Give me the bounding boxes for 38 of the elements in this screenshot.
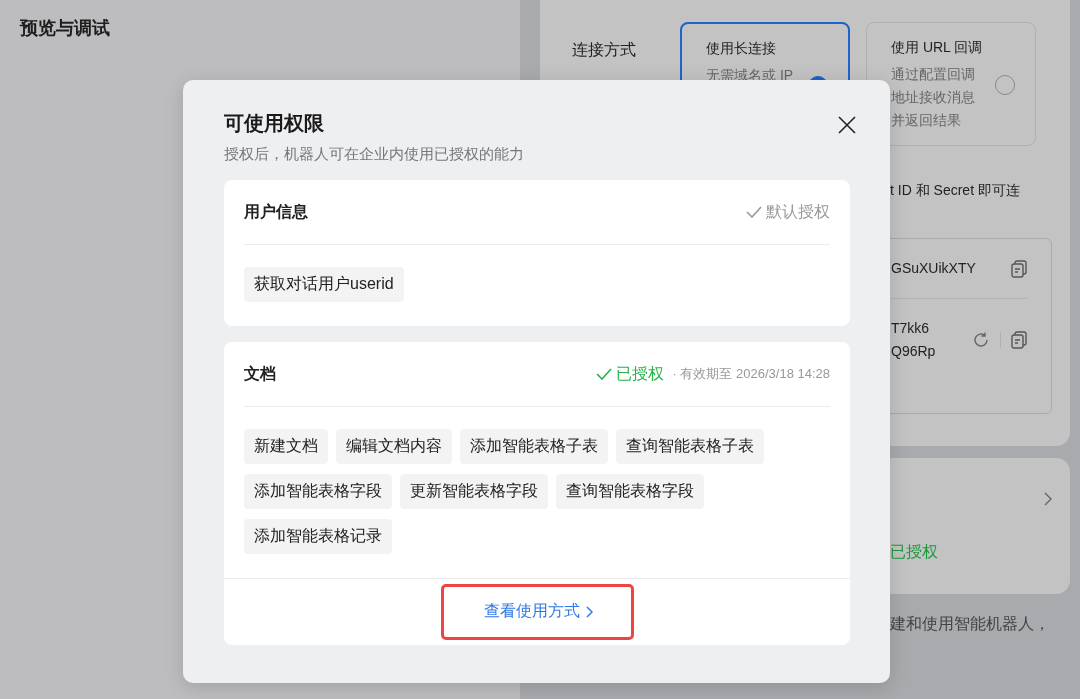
dialog-subtitle: 授权后，机器人可在企业内使用已授权的能力: [224, 145, 524, 164]
hint-text: t ID 和 Secret 即可连: [890, 182, 1021, 200]
status-text: 已授权: [890, 542, 939, 562]
status-label: 已授权: [616, 363, 665, 384]
section-title: 用户信息: [244, 201, 308, 222]
check-icon: [746, 206, 762, 218]
permission-tag: 新建文档: [244, 429, 328, 464]
option-title: 使用 URL 回调: [891, 39, 983, 57]
refresh-icon[interactable]: [972, 331, 990, 349]
copy-icon[interactable]: [1011, 331, 1027, 349]
usage-link[interactable]: 查看使用方式: [483, 601, 593, 622]
permission-tag: 查询智能表格子表: [616, 429, 764, 464]
credential-value: GSuXUikXTY: [891, 259, 976, 278]
close-icon[interactable]: [838, 116, 856, 134]
option-description: 地址接收消息: [891, 88, 975, 107]
permission-tag: 添加智能表格子表: [460, 429, 608, 464]
dialog-title: 可使用权限: [224, 111, 324, 136]
option-description: 并返回结果: [891, 111, 961, 130]
copy-icon[interactable]: [1011, 259, 1027, 278]
credential-value: T7kk6: [891, 319, 931, 338]
permission-tag: 添加智能表格字段: [244, 474, 392, 509]
status-label: 默认授权: [766, 201, 830, 222]
permission-tag: 获取对话用户userid: [244, 267, 404, 302]
permission-tag: 查询智能表格字段: [556, 474, 704, 509]
chevron-right-icon: [585, 605, 593, 618]
check-icon: [596, 368, 613, 380]
option-description: 通过配置回调: [891, 65, 975, 84]
permission-tag: 添加智能表格记录: [244, 519, 392, 554]
description-text: 建和使用智能机器人，: [890, 614, 1051, 634]
option-title: 使用长连接: [706, 40, 776, 58]
field-label: 连接方式: [572, 40, 637, 60]
permission-tag: 编辑文档内容: [336, 429, 452, 464]
expiry-text: · 有效期至 2026/3/18 14:28: [672, 365, 830, 383]
chevron-right-icon[interactable]: [1044, 492, 1052, 506]
section-title: 文档: [244, 363, 276, 384]
credential-value: Q96Rp: [891, 342, 936, 361]
page-title: 预览与调试: [20, 17, 111, 40]
permission-tag: 更新智能表格字段: [400, 474, 548, 509]
